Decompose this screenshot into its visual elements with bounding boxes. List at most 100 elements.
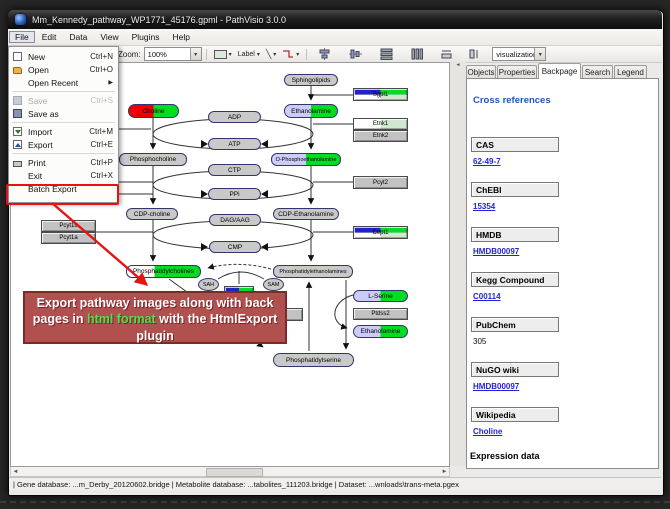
menu-item-shortcut: Ctrl+P (91, 158, 113, 167)
menu-separator (12, 91, 115, 92)
node-phosphatidylethanolamines[interactable]: Phosphatidylethanolamines (273, 265, 353, 278)
title-bar[interactable]: Mm_Kennedy_pathway_WP1771_45176.gpml - P… (8, 10, 662, 29)
visualization-combobox[interactable]: visualization ▾ (492, 47, 546, 61)
section-title-kegg: Kegg Compound (471, 272, 559, 287)
gene-pcyt1b[interactable]: Pcyt1b (41, 220, 96, 232)
node-adp[interactable]: ADP (208, 111, 261, 123)
chevron-down-icon: ▾ (296, 51, 299, 58)
menu-item-new[interactable]: New Ctrl+N (9, 50, 118, 63)
menu-item-open-recent[interactable]: Open Recent ▶ (9, 76, 118, 89)
tab-objects[interactable]: Objects (466, 65, 496, 78)
distribute-vertical-icon (411, 48, 424, 60)
line-icon: ╲ (266, 50, 271, 59)
node-ppi[interactable]: PPi (208, 188, 261, 200)
menu-item-label: Export (28, 140, 91, 150)
node-ethanolamine[interactable]: Ethanolamine (284, 104, 338, 118)
menu-item-import[interactable]: Import Ctrl+M (9, 125, 118, 138)
menu-item-exit[interactable]: Exit Ctrl+X (9, 169, 118, 182)
tab-properties[interactable]: Properties (497, 65, 537, 78)
chevron-down-icon: ▾ (257, 51, 260, 58)
chevron-down-icon[interactable]: ▾ (534, 48, 545, 60)
distribute-vertical-button[interactable] (408, 47, 427, 62)
file-menu-popup: New Ctrl+N Open Ctrl+O Open Recent ▶ Sav… (8, 46, 119, 203)
node-cdp-ethanolamine[interactable]: CDP-Ethanolamine (273, 208, 339, 220)
menu-item-export[interactable]: Export Ctrl+E (9, 138, 118, 151)
tab-backpage[interactable]: Backpage (538, 63, 581, 79)
node-phosphocholine[interactable]: Phosphocholine (119, 153, 187, 166)
node-sah[interactable]: SAH (198, 278, 219, 291)
common-width-icon (440, 48, 453, 60)
gene-etnk1[interactable]: Etnk1 (353, 118, 408, 130)
link-wikipedia-value[interactable]: Choline (473, 427, 502, 436)
panel-splitter[interactable]: ◄ (449, 62, 466, 466)
section-title-cas: CAS (471, 137, 559, 152)
align-center-x-button[interactable] (315, 47, 334, 62)
node-phosphatidylcholines[interactable]: Phosphatidylcholines (126, 265, 201, 278)
gene-etnk2[interactable]: Etnk2 (353, 130, 408, 142)
section-title-hmdb: HMDB (471, 227, 559, 242)
node-o-phosphoethanolamine[interactable]: O-Phosphoethanolamine (271, 153, 341, 166)
distribute-horizontal-button[interactable] (377, 47, 396, 62)
panel-tab-bar: Objects Properties Backpage Search Legen… (466, 63, 660, 78)
menubar-data[interactable]: Data (63, 31, 93, 43)
align-center-y-button[interactable] (346, 47, 365, 62)
gene-sgpl1[interactable]: Sgpl1 (353, 88, 408, 101)
gene-ptdss2[interactable]: Ptdss2 (353, 308, 408, 320)
align-center-x-icon (318, 48, 331, 60)
expression-data-heading: Expression data (470, 451, 540, 461)
node-choline[interactable]: Choline (128, 104, 179, 118)
menu-item-shortcut: Ctrl+O (90, 65, 113, 74)
node-cmp[interactable]: CMP (209, 241, 261, 253)
menubar-view[interactable]: View (94, 31, 124, 43)
new-datanode-button[interactable]: ▾ (211, 47, 235, 62)
menubar-file[interactable]: File (9, 31, 35, 43)
tab-legend[interactable]: Legend (614, 65, 647, 78)
node-cdp-choline[interactable]: CDP-choline (126, 208, 178, 220)
scrollbar-thumb[interactable] (206, 468, 263, 477)
zoom-value: 100% (145, 50, 190, 59)
menu-item-open[interactable]: Open Ctrl+O (9, 63, 118, 76)
gene-cept1[interactable]: Cept1 (353, 226, 408, 239)
menu-item-shortcut: Ctrl+X (91, 171, 113, 180)
menu-item-label: Import (28, 127, 89, 137)
menu-item-print[interactable]: Print Ctrl+P (9, 156, 118, 169)
scroll-left-icon[interactable]: ◄ (11, 469, 20, 475)
common-height-button[interactable] (465, 47, 484, 62)
new-line-button[interactable]: ╲ ▾ (263, 47, 279, 62)
node-dag-aag[interactable]: DAG/AAG (209, 214, 261, 226)
collapse-panel-icon[interactable]: ◄ (456, 62, 461, 68)
menu-item-label: Save (28, 96, 91, 106)
node-sam[interactable]: SAM (263, 278, 284, 291)
menubar-edit[interactable]: Edit (36, 31, 63, 43)
node-sphingolipids[interactable]: Sphingolipids (284, 74, 338, 86)
menu-item-save-as[interactable]: Save as (9, 107, 118, 120)
link-kegg-value[interactable]: C00114 (473, 292, 501, 301)
cross-references-heading: Cross references (473, 95, 551, 106)
link-nugo-value[interactable]: HMDB00097 (473, 382, 519, 391)
chevron-down-icon[interactable]: ▾ (190, 48, 201, 60)
link-cas-value[interactable]: 62-49-7 (473, 157, 501, 166)
common-width-button[interactable] (437, 47, 456, 62)
menubar-plugins[interactable]: Plugins (126, 31, 166, 43)
link-hmdb-value[interactable]: HMDB00097 (473, 247, 519, 256)
menu-separator (12, 153, 115, 154)
menu-bar: File Edit Data View Plugins Help (8, 29, 662, 46)
zoom-combobox[interactable]: 100% ▾ (144, 47, 202, 61)
node-l-serine[interactable]: L-Serine (353, 290, 408, 302)
menu-item-shortcut: Ctrl+M (89, 127, 113, 136)
canvas-horizontal-scrollbar[interactable]: ◄ ► (10, 466, 450, 477)
gene-pcyt2[interactable]: Pcyt2 (353, 176, 408, 189)
menubar-help[interactable]: Help (167, 31, 196, 43)
menu-item-label: Save as (28, 109, 113, 119)
gene-pcyt1a[interactable]: Pcyt1a (41, 232, 96, 244)
annotation-callout: Export pathway images along with back pa… (23, 291, 287, 344)
node-atp[interactable]: ATP (208, 138, 261, 150)
scroll-right-icon[interactable]: ► (440, 469, 449, 475)
new-label-button[interactable]: Label ▾ (235, 47, 263, 62)
link-chebi-value[interactable]: 15354 (473, 202, 495, 211)
tab-search[interactable]: Search (582, 65, 613, 78)
node-ctp[interactable]: CTP (208, 164, 261, 176)
node-phosphatidylserine[interactable]: Phosphatidylserine (273, 353, 354, 367)
node-ethanolamine-bottom[interactable]: Ethanolamine (353, 325, 408, 338)
new-connector-button[interactable]: ▾ (279, 47, 302, 62)
